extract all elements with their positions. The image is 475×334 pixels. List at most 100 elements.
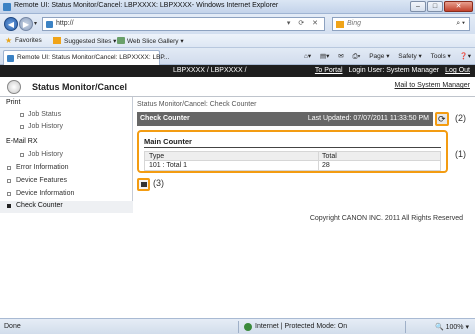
bullet-icon — [7, 179, 11, 183]
column-header-total: Total — [322, 153, 337, 160]
bullet-icon — [7, 192, 11, 196]
sidebar-item-device-information[interactable]: Device Information — [0, 189, 133, 201]
sidebar-item-label: Check Counter — [16, 202, 63, 209]
counter-title: Main Counter — [144, 137, 192, 146]
history-dropdown-icon[interactable]: ▾ — [34, 20, 37, 27]
copyright: Copyright CANON INC. 2011 All Rights Res… — [309, 215, 463, 222]
tab-bar: Remote UI: Status Monitor/Cancel: LBPXXX… — [0, 48, 475, 65]
sidebar: Print Job Status Job History E-Mail RX J… — [0, 97, 133, 213]
sidebar-item-label: Job History — [28, 151, 64, 158]
sidebar-item-label: Job Status — [28, 111, 62, 118]
refresh-button[interactable]: ⟳ — [435, 112, 449, 126]
feeds-icon[interactable]: ▤▾ — [320, 53, 329, 60]
to-portal-link[interactable]: To Portal — [315, 67, 343, 74]
globe-icon — [244, 323, 252, 331]
status-divider — [405, 321, 406, 333]
status-monitor-logo-icon — [7, 80, 21, 94]
command-bar: ⌂▾ ▤▾ ✉ ⎙▾ Page ▾ Safety ▾ Tools ▾ ❓▾ — [297, 52, 471, 61]
sidebar-item-check-counter[interactable]: Check Counter — [0, 201, 133, 213]
breadcrumb: Status Monitor/Cancel: Check Counter — [137, 101, 257, 108]
sidebar-item-label: Device Features — [16, 177, 67, 184]
sidebar-item-email-job-history[interactable]: Job History — [0, 150, 133, 162]
device-name: LBPXXXX / LBPXXXX / — [173, 67, 247, 74]
address-actions-icon[interactable]: ▾ ⟳ ✕ — [287, 19, 321, 27]
sidebar-item-job-status[interactable]: Job Status — [0, 110, 133, 122]
sidebar-section-label: E-Mail RX — [6, 138, 38, 145]
bullet-icon — [20, 125, 24, 129]
app-header: Status Monitor/Cancel Mail to System Man… — [0, 77, 475, 97]
cell-total: 28 — [322, 162, 330, 169]
maximize-button[interactable]: □ — [427, 1, 443, 12]
suggested-sites-icon — [53, 37, 61, 44]
main-counter-panel: Main Counter Type Total 101 : Total 1 28 — [137, 130, 448, 173]
bullet-icon — [7, 166, 11, 170]
zoom-control[interactable]: 🔍 100% ▾ — [435, 323, 469, 331]
callout-label: (3) — [153, 178, 164, 188]
last-updated: Last Updated: 07/07/2011 11:33:50 PM — [307, 115, 429, 122]
print-icon[interactable]: ⎙▾ — [352, 53, 360, 60]
web-slice-icon — [117, 37, 125, 44]
table-row: 101 : Total 1 28 — [144, 161, 441, 171]
mail-icon[interactable]: ✉ — [338, 53, 343, 60]
tab-favicon-icon — [7, 55, 14, 62]
tab-title: Remote UI: Status Monitor/Cancel: LBPXXX… — [17, 54, 170, 61]
minimize-button[interactable]: – — [410, 1, 426, 12]
browser-tab[interactable]: Remote UI: Status Monitor/Cancel: LBPXXX… — [3, 50, 169, 65]
column-divider — [318, 152, 319, 160]
bullet-icon — [20, 153, 24, 157]
address-toolbar: ◀ ▶ ▾ http:// ▾ ⟳ ✕ Bing ⌕ ▾ — [0, 14, 475, 34]
favorites-bar: ★ Favorites Suggested Sites ▾ Web Slice … — [0, 34, 475, 48]
browser-status-bar: Done Internet | Protected Mode: On 🔍 100… — [0, 318, 475, 334]
sidebar-item-print-job-history[interactable]: Job History — [0, 122, 133, 134]
search-placeholder: Bing — [347, 20, 362, 27]
title-divider — [144, 147, 441, 148]
counter-table-header: Type Total — [144, 151, 441, 161]
search-input[interactable]: Bing ⌕ ▾ — [332, 17, 470, 31]
sidebar-section-label: Print — [6, 99, 21, 106]
security-zone[interactable]: Internet | Protected Mode: On — [255, 323, 347, 330]
sidebar-section-print: Print — [0, 98, 133, 110]
favorites-button[interactable]: Favorites — [15, 37, 42, 44]
web-slice-link[interactable]: Web Slice Gallery ▾ — [127, 37, 184, 45]
device-top-band: LBPXXXX / LBPXXXX / To Portal Login User… — [0, 65, 475, 77]
refresh-icon: ⟳ — [438, 114, 446, 124]
bullet-icon — [20, 113, 24, 117]
cell-type: 101 : Total 1 — [149, 162, 188, 169]
search-icon[interactable]: ⌕ ▾ — [456, 20, 465, 28]
sidebar-item-label: Error Information — [16, 164, 69, 171]
window-title: Remote UI: Status Monitor/Cancel: LBPXXX… — [14, 2, 279, 9]
address-text: http:// — [56, 20, 74, 27]
bullet-icon — [7, 204, 11, 208]
sidebar-section-email-rx: E-Mail RX — [0, 137, 133, 149]
mail-to-manager-link[interactable]: Mail to System Manager — [395, 82, 470, 89]
forward-button[interactable]: ▶ — [19, 17, 33, 31]
callout-label: (1) — [455, 149, 466, 159]
favorites-star-icon[interactable]: ★ — [5, 36, 12, 45]
suggested-sites-link[interactable]: Suggested Sites ▾ — [64, 37, 116, 45]
tools-menu[interactable]: Tools ▾ — [431, 53, 451, 60]
window-titlebar: Remote UI: Status Monitor/Cancel: LBPXXX… — [0, 0, 475, 14]
bing-icon — [336, 21, 344, 28]
sidebar-item-device-features[interactable]: Device Features — [0, 176, 133, 188]
column-divider — [318, 161, 319, 170]
back-button[interactable]: ◀ — [4, 17, 18, 31]
help-menu[interactable]: ❓▾ — [460, 53, 471, 60]
login-user-text: Login User: System Manager — [348, 67, 440, 74]
page-favicon-icon — [46, 21, 53, 28]
safety-menu[interactable]: Safety ▾ — [398, 53, 422, 60]
sidebar-item-label: Job History — [28, 123, 64, 130]
print-page-button[interactable] — [137, 178, 150, 191]
print-icon — [141, 182, 147, 187]
close-window-button[interactable]: ✕ — [444, 1, 473, 12]
page-menu[interactable]: Page ▾ — [369, 53, 389, 60]
callout-label: (2) — [455, 113, 466, 123]
page-title-bar: Check Counter Last Updated: 07/07/2011 1… — [137, 112, 433, 126]
status-text: Done — [4, 323, 21, 330]
sidebar-item-error-information[interactable]: Error Information — [0, 163, 133, 175]
logout-link[interactable]: Log Out — [445, 67, 470, 74]
sidebar-item-label: Device Information — [16, 190, 75, 197]
ie-icon — [3, 3, 11, 11]
address-input[interactable]: http:// ▾ ⟳ ✕ — [42, 17, 325, 31]
page-title: Check Counter — [140, 115, 190, 122]
home-icon[interactable]: ⌂▾ — [304, 53, 311, 60]
